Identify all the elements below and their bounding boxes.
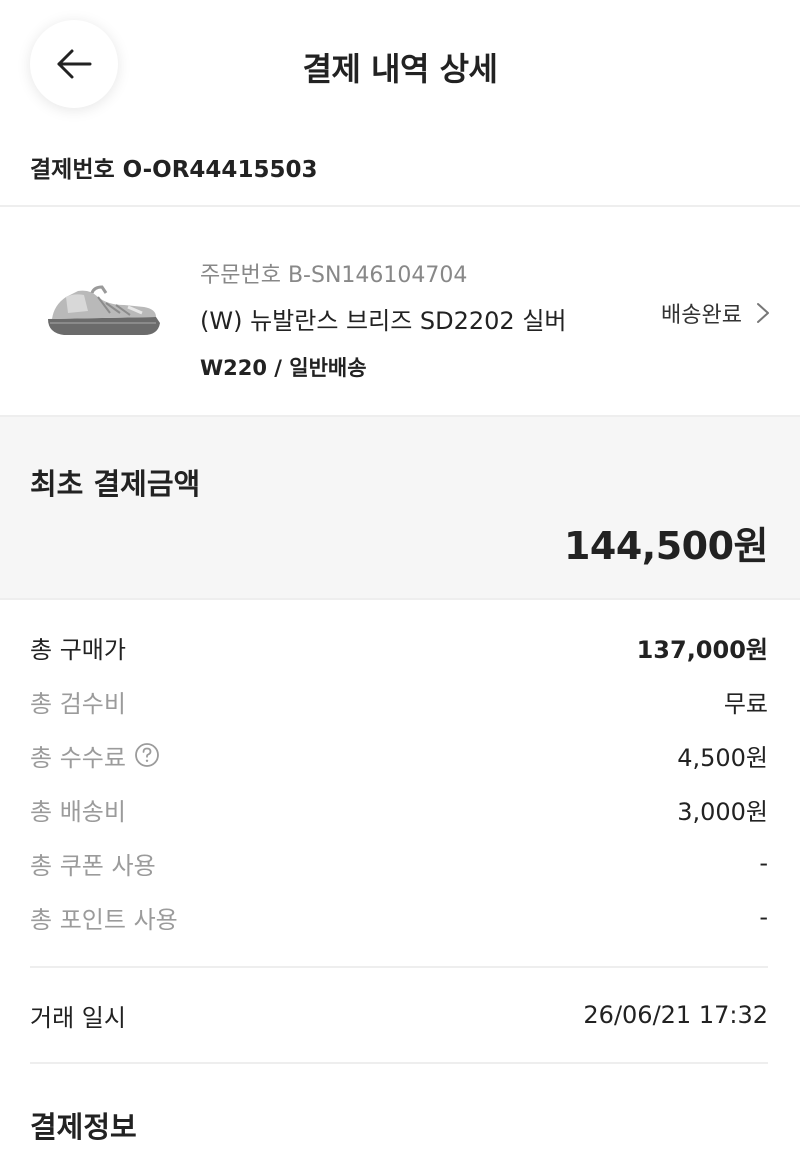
breakdown-value: 137,000원: [636, 635, 768, 664]
question-circle-icon[interactable]: [134, 742, 160, 768]
breakdown-label-wrap: 총 수수료: [30, 738, 160, 773]
breakdown-label: 총 수수료: [30, 743, 126, 772]
breakdown-label: 총 쿠폰 사용: [30, 851, 156, 880]
breakdown-value: -: [759, 903, 768, 931]
breakdown-row-points: 총 포인트 사용 -: [30, 890, 768, 944]
breakdown-label: 총 검수비: [30, 689, 126, 718]
delivery-status-link[interactable]: 배송완료: [661, 297, 770, 329]
breakdown-row-inspection: 총 검수비 무료: [30, 674, 768, 728]
breakdown-value: 3,000원: [677, 797, 768, 826]
breakdown-row-fee: 총 수수료 4,500원: [30, 728, 768, 782]
breakdown-value: -: [759, 849, 768, 877]
header: 결제 내역 상세: [0, 0, 800, 130]
transaction-datetime-label: 거래 일시: [30, 1003, 126, 1032]
payment-breakdown: 총 구매가 137,000원 총 검수비 무료 총 수수료 4,500원 총 배…: [0, 620, 800, 1146]
breakdown-value: 무료: [723, 689, 768, 718]
payment-number: 결제번호 O-OR44415503: [0, 130, 800, 205]
product-name: (W) 뉴발란스 브리즈 SD2202 실버: [200, 307, 567, 335]
initial-payment-summary: 최초 결제금액 144,500원: [0, 415, 800, 600]
breakdown-row-coupon: 총 쿠폰 사용 -: [30, 836, 768, 890]
payment-number-value: O-OR44415503: [122, 157, 318, 183]
breakdown-row-shipping: 총 배송비 3,000원: [30, 782, 768, 836]
transaction-datetime-row: 거래 일시 26/06/21 17:32: [30, 968, 768, 1062]
breakdown-label: 총 포인트 사용: [30, 905, 178, 934]
order-number: 주문번호 B-SN146104704: [200, 263, 468, 288]
breakdown-row-purchase: 총 구매가 137,000원: [30, 620, 768, 674]
initial-payment-amount: 144,500원: [563, 524, 769, 568]
page-title: 결제 내역 상세: [302, 50, 498, 88]
breakdown-label: 총 배송비: [30, 797, 126, 826]
divider: [30, 1062, 768, 1064]
breakdown-value: 4,500원: [677, 743, 768, 772]
product-info: 주문번호 B-SN146104704 (W) 뉴발란스 브리즈 SD2202 실…: [200, 257, 567, 382]
payment-info-title: 결제정보: [30, 1110, 137, 1144]
payment-number-label: 결제번호: [30, 157, 115, 183]
sneaker-product-image: [48, 285, 160, 335]
product-option: W220 / 일반배송: [200, 356, 367, 380]
initial-payment-label: 최초 결제금액: [30, 467, 201, 501]
delivery-status-label: 배송완료: [661, 303, 742, 328]
product-item[interactable]: 주문번호 B-SN146104704 (W) 뉴발란스 브리즈 SD2202 실…: [0, 207, 800, 415]
transaction-datetime-value: 26/06/21 17:32: [583, 1001, 768, 1029]
chevron-right-icon: [757, 303, 769, 323]
breakdown-label: 총 구매가: [30, 635, 126, 664]
